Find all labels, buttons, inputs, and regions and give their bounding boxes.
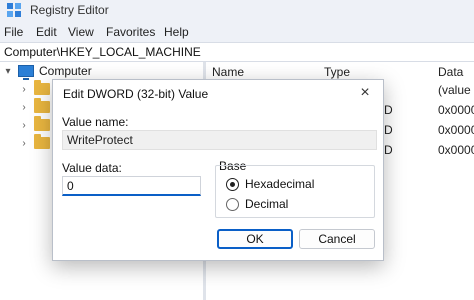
list-cell-type: D: [384, 123, 393, 137]
base-radio-group: Hexadecimal Decimal: [215, 165, 375, 218]
folder-icon: [34, 116, 50, 131]
chevron-right-icon[interactable]: ›: [18, 84, 30, 95]
value-data-label: Value data:: [62, 161, 122, 175]
registry-editor-icon: [7, 3, 21, 17]
chevron-right-icon[interactable]: ›: [18, 102, 30, 113]
ok-button[interactable]: OK: [217, 229, 293, 249]
tree-node-label: Computer: [39, 64, 92, 78]
list-cell-data: (value n: [438, 83, 474, 97]
column-header-name[interactable]: Name: [212, 65, 244, 79]
radio-label-decimal: Decimal: [245, 197, 289, 211]
tree-node[interactable]: ›: [18, 98, 50, 116]
chevron-right-icon[interactable]: ›: [18, 120, 30, 131]
cancel-button[interactable]: Cancel: [299, 229, 375, 249]
radio-label-hexadecimal: Hexadecimal: [245, 177, 315, 191]
folder-icon: [34, 134, 50, 149]
value-data-input[interactable]: [62, 176, 201, 196]
radio-decimal[interactable]: Decimal: [226, 197, 288, 211]
window-title: Registry Editor: [30, 3, 109, 17]
list-cell-type: D: [384, 103, 393, 117]
value-name-label: Value name:: [62, 115, 129, 129]
dialog-title: Edit DWORD (32-bit) Value: [63, 87, 209, 101]
address-bar[interactable]: Computer\HKEY_LOCAL_MACHINE: [0, 42, 474, 62]
menu-view[interactable]: View: [68, 25, 94, 39]
menu-edit[interactable]: Edit: [36, 25, 57, 39]
menu-file[interactable]: File: [4, 25, 23, 39]
menu-favorites[interactable]: Favorites: [106, 25, 155, 39]
close-icon[interactable]: ×: [357, 85, 373, 101]
computer-icon: [18, 65, 34, 80]
dialog-titlebar: Edit DWORD (32-bit) Value ×: [53, 80, 383, 108]
tree-node[interactable]: ›: [18, 116, 50, 134]
menu-bar: File Edit View Favorites Help: [0, 21, 474, 42]
radio-button-unchecked[interactable]: [226, 197, 239, 211]
window-titlebar: Registry Editor: [0, 0, 474, 21]
chevron-right-icon[interactable]: ›: [18, 138, 30, 149]
column-header-type[interactable]: Type: [324, 65, 350, 79]
tree-node-computer[interactable]: ▾ Computer: [2, 62, 92, 80]
column-header-data[interactable]: Data: [438, 65, 463, 79]
folder-icon: [34, 80, 50, 95]
list-cell-type: D: [384, 143, 393, 157]
edit-dword-dialog: Edit DWORD (32-bit) Value × Value name: …: [52, 79, 384, 261]
tree-node[interactable]: ›: [18, 134, 50, 152]
radio-button-checked[interactable]: [226, 177, 239, 191]
chevron-down-icon[interactable]: ▾: [2, 66, 14, 77]
address-path: Computer\HKEY_LOCAL_MACHINE: [4, 45, 201, 59]
tree-node[interactable]: ›: [18, 80, 50, 98]
value-name-field: WriteProtect: [62, 130, 377, 150]
radio-hexadecimal[interactable]: Hexadecimal: [226, 177, 314, 191]
list-cell-data: 0x0000: [438, 123, 474, 137]
menu-help[interactable]: Help: [164, 25, 189, 39]
list-cell-data: 0x0000: [438, 143, 474, 157]
list-cell-data: 0x0000: [438, 103, 474, 117]
folder-icon: [34, 98, 50, 113]
